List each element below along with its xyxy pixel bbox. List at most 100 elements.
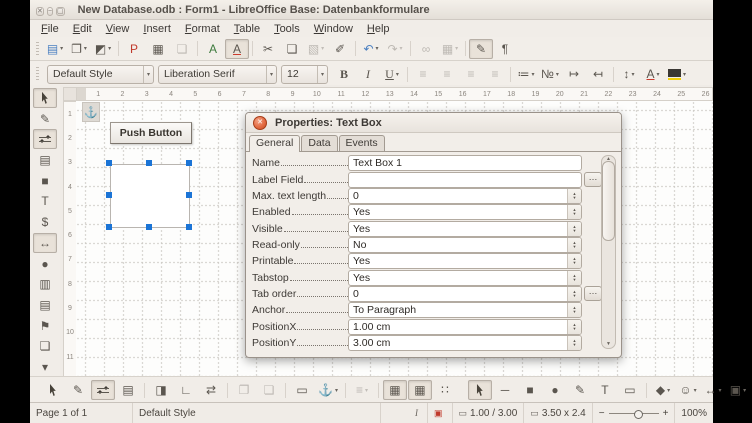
open-dropdown-icon[interactable]: ▾ (84, 45, 87, 52)
selection-handle-sw[interactable] (106, 224, 112, 230)
spin-down-icon[interactable]: ▼ (573, 196, 577, 200)
save-button[interactable]: ◩▾ (91, 39, 115, 59)
selection-handle-n[interactable] (146, 160, 152, 166)
basic-shapes-dropdown-icon[interactable]: ▾ (667, 387, 670, 394)
form-navigator-button[interactable]: ▤ (116, 380, 140, 400)
align-objects-dropdown-icon[interactable]: ▾ (365, 387, 368, 394)
selection-handle-w[interactable] (106, 192, 112, 198)
ruler-lines-button[interactable]: ∟ (174, 380, 198, 400)
print-preview-button[interactable]: ❏ (170, 39, 194, 59)
spin-down-icon[interactable]: ▼ (573, 229, 577, 233)
spinner[interactable]: ▲▼ (567, 222, 581, 236)
spinner[interactable]: ▲▼ (567, 205, 581, 219)
change-anchor-button[interactable]: ⚓▾ (315, 380, 341, 400)
increase-indent-button[interactable]: ↦ (562, 64, 586, 84)
undo-dropdown-icon[interactable]: ▾ (376, 45, 379, 52)
selection-handle-nw[interactable] (106, 160, 112, 166)
basic-shapes-button[interactable]: ◆▾ (651, 380, 675, 400)
vertical-ruler[interactable]: 1234567891011 (63, 101, 77, 377)
paste-button[interactable]: ▧▾ (304, 39, 328, 59)
undo-button[interactable]: ↶▾ (359, 39, 383, 59)
tab-events[interactable]: Events (339, 135, 385, 151)
scroll-down-icon[interactable]: ▼ (606, 341, 611, 348)
prop-field-read-only[interactable]: No▲▼ (348, 237, 582, 253)
position-and-size-button[interactable]: ▭ (290, 380, 314, 400)
spinner[interactable]: ▲▼ (567, 303, 581, 317)
spinner[interactable]: ▲▼ (567, 254, 581, 268)
display-grid-button[interactable]: ▦ (383, 380, 407, 400)
dialog-title-bar[interactable]: ✕ Properties: Text Box (246, 113, 621, 133)
design-mode-button[interactable]: ✎ (66, 380, 90, 400)
menu-tools[interactable]: Tools (267, 22, 307, 36)
spin-down-icon[interactable]: ▼ (573, 343, 577, 347)
symbol-shapes-dropdown-icon[interactable]: ▾ (694, 387, 697, 394)
form-design-canvas[interactable]: ⚓ Push Button ✕ Properties: Text Box Gen… (76, 101, 713, 377)
prop-field-positionx[interactable]: 1.00 cm▲▼ (348, 319, 582, 335)
ellipse-button[interactable]: ● (543, 380, 567, 400)
prop-field-visible[interactable]: Yes▲▼ (348, 221, 582, 237)
font-color-dropdown-icon[interactable]: ▾ (657, 71, 660, 78)
show-draw-functions-button[interactable]: ✎ (469, 39, 493, 59)
selection-handle-s[interactable] (146, 224, 152, 230)
toolbar-drag-handle[interactable] (36, 42, 39, 56)
insert-frame-button[interactable]: ▭ (618, 380, 642, 400)
zoom-out-icon[interactable]: − (599, 408, 605, 419)
tab-data[interactable]: Data (301, 135, 337, 151)
more-button[interactable]: … (584, 172, 602, 187)
spinner[interactable]: ▲▼ (567, 271, 581, 285)
new-document-button[interactable]: ▤▾ (43, 39, 67, 59)
zoom-level[interactable]: 100% (675, 403, 713, 423)
insert-table-dropdown-icon[interactable]: ▾ (455, 45, 458, 52)
align-center-button[interactable]: ≡ (435, 64, 459, 84)
form-navigator-button[interactable]: ▤ (33, 150, 57, 170)
prop-field-label-field[interactable] (348, 172, 582, 188)
spin-down-icon[interactable]: ▼ (573, 261, 577, 265)
spin-down-icon[interactable]: ▼ (573, 327, 577, 331)
freeform-line-button[interactable]: ✎ (568, 380, 592, 400)
select-button[interactable] (41, 380, 65, 400)
option-button-button[interactable]: ● (33, 254, 57, 274)
insert-table-button[interactable]: ▦▾ (438, 39, 462, 59)
export-pdf-button[interactable]: P (122, 39, 146, 59)
helplines-while-moving-button[interactable]: ∷ (433, 380, 457, 400)
copy-button[interactable]: ❏ (280, 39, 304, 59)
spin-down-icon[interactable]: ▼ (573, 245, 577, 249)
chevron-down-icon[interactable]: ▾ (317, 66, 327, 83)
maximize-window-button[interactable]: ▢ (56, 7, 65, 16)
align-objects-button[interactable]: ≡▾ (350, 380, 374, 400)
prop-field-printable[interactable]: Yes▲▼ (348, 253, 582, 269)
italic-button[interactable]: I (356, 64, 380, 84)
highlighting-color-dropdown-icon[interactable]: ▾ (683, 71, 686, 78)
more-button[interactable]: … (584, 286, 602, 301)
scrollbar-thumb[interactable] (602, 161, 615, 241)
bold-button[interactable]: B (332, 64, 356, 84)
navigation-bar-button[interactable]: ↔ (33, 233, 57, 253)
selection-handle-e[interactable] (186, 192, 192, 198)
page-indicator[interactable]: Page 1 of 1 (30, 403, 133, 423)
selection-handle-se[interactable] (186, 224, 192, 230)
spinner[interactable]: ▲▼ (567, 336, 581, 350)
close-window-button[interactable]: ✕ (36, 7, 44, 16)
menu-edit[interactable]: Edit (66, 22, 99, 36)
insert-line-button[interactable]: ─ (493, 380, 517, 400)
underline-dropdown-icon[interactable]: ▾ (396, 71, 399, 78)
print-button[interactable]: ▦ (146, 39, 170, 59)
insert-hyperlink-button[interactable]: ∞ (414, 39, 438, 59)
toolbar-drag-handle[interactable] (36, 67, 39, 81)
align-right-button[interactable]: ≡ (459, 64, 483, 84)
zoom-track[interactable] (609, 413, 659, 414)
activation-order-button[interactable]: ⇄ (199, 380, 223, 400)
menu-insert[interactable]: Insert (136, 22, 178, 36)
zoom-in-icon[interactable]: + (663, 408, 669, 419)
tab-general[interactable]: General (249, 135, 300, 152)
font-size-combo[interactable]: 12 ▾ (281, 65, 328, 84)
object-size-indicator[interactable]: ▭ 3.50 x 2.4 (524, 403, 592, 423)
align-left-button[interactable]: ≡ (411, 64, 435, 84)
ordered-list-dropdown-icon[interactable]: ▾ (556, 71, 559, 78)
currency-field-button[interactable]: $ (33, 212, 57, 232)
decrease-indent-button[interactable]: ↤ (586, 64, 610, 84)
design-mode-button[interactable]: ✎ (33, 109, 57, 129)
select-button[interactable] (33, 88, 57, 108)
prop-field-name[interactable]: Text Box 1 (348, 155, 582, 171)
spinner[interactable]: ▲▼ (567, 320, 581, 334)
